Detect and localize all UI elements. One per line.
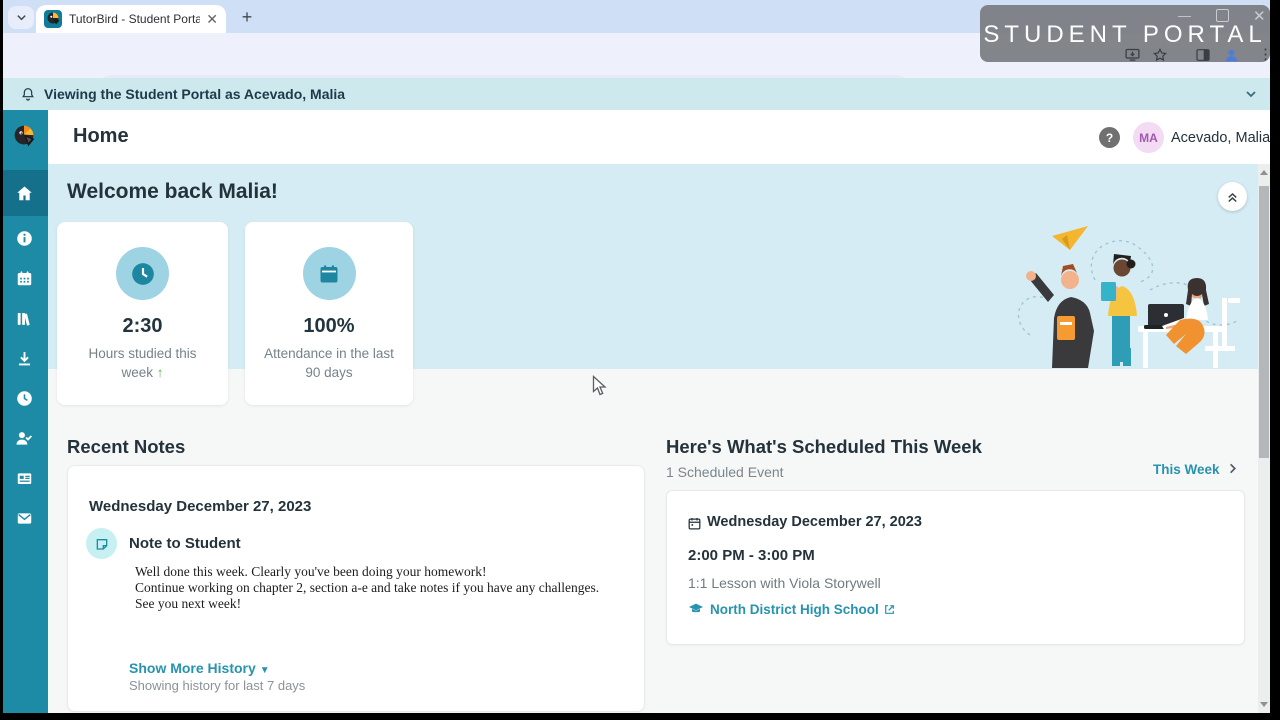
new-tab-button[interactable]: +: [234, 4, 260, 30]
scrollbar-thumb[interactable]: [1259, 186, 1269, 458]
note-line: Continue working on chapter 2, section a…: [135, 580, 615, 596]
calendar-icon: [15, 269, 34, 288]
install-app-icon[interactable]: [1124, 46, 1141, 63]
note-line: Well done this week. Clearly you've been…: [135, 564, 615, 580]
graduation-cap-icon: [688, 601, 704, 617]
stat-label: Attendance in the last 90 days: [245, 345, 413, 383]
bookmark-star-icon[interactable]: [1152, 47, 1168, 63]
show-more-history-link[interactable]: Show More History ▼: [129, 660, 270, 676]
overlay-title: STUDENT PORTAL: [980, 21, 1270, 49]
billing-icon: [15, 469, 34, 488]
mouse-cursor: [592, 375, 608, 402]
note-line: See you next week!: [135, 596, 615, 612]
user-avatar[interactable]: MA: [1133, 122, 1164, 153]
this-week-link[interactable]: This Week: [1153, 462, 1220, 477]
frame-left: [0, 0, 3, 720]
scheduled-event-card: Wednesday December 27, 2023 2:00 PM - 3:…: [666, 490, 1245, 645]
tab-title: TutorBird - Student Portal: [69, 12, 200, 26]
event-location-link[interactable]: North District High School: [688, 601, 896, 617]
bell-icon: [20, 86, 36, 102]
stat-label: Hours studied this week: [88, 346, 196, 380]
collapse-welcome-button[interactable]: [1218, 182, 1247, 211]
download-icon: [15, 349, 34, 368]
schedule-heading: Here's What's Scheduled This Week: [666, 436, 982, 458]
sidebar-item-attendance[interactable]: [0, 418, 48, 458]
tutorbird-favicon-icon: [44, 10, 62, 28]
banner-text: Viewing the Student Portal as Acevado, M…: [44, 86, 345, 102]
side-panel-icon[interactable]: [1195, 47, 1211, 63]
banner-collapse-chevron-icon[interactable]: [1244, 87, 1258, 101]
profile-avatar-icon[interactable]: [1223, 47, 1240, 64]
stat-card-attendance: 100% Attendance in the last 90 days: [245, 222, 413, 405]
scroll-down-icon[interactable]: [1260, 702, 1268, 707]
stat-value: 2:30: [57, 315, 228, 338]
sidebar-item-downloads[interactable]: [0, 338, 48, 378]
history-caption: Showing history for last 7 days: [129, 678, 305, 693]
sidebar-item-home[interactable]: [0, 170, 48, 216]
up-arrow-icon: ↑: [157, 365, 164, 380]
sidebar: [0, 110, 48, 713]
clock-icon: [116, 247, 169, 300]
welcome-heading: Welcome back Malia!: [67, 180, 278, 204]
event-date: Wednesday December 27, 2023: [707, 514, 922, 530]
event-time: 2:00 PM - 3:00 PM: [688, 547, 815, 564]
external-link-icon: [883, 603, 896, 616]
note-icon: [86, 528, 117, 559]
event-title: 1:1 Lesson with Viola Storywell: [688, 575, 881, 591]
students-illustration: [1000, 220, 1240, 375]
chevron-down-icon: ▼: [260, 665, 270, 676]
event-count: 1 Scheduled Event: [666, 464, 784, 480]
stat-value: 100%: [245, 315, 413, 338]
window-close-icon[interactable]: ✕: [1253, 7, 1266, 25]
chevron-right-icon[interactable]: [1226, 462, 1239, 475]
recent-notes-card: Wednesday December 27, 2023 Note to Stud…: [67, 465, 645, 712]
chevron-down-icon: [16, 12, 27, 23]
attendance-icon: [14, 428, 34, 448]
page-title: Home: [73, 125, 129, 148]
double-chevron-up-icon: [1225, 189, 1240, 204]
sidebar-item-messages[interactable]: [0, 498, 48, 538]
app-header: Home: [48, 110, 1270, 164]
home-icon: [15, 184, 34, 203]
note-type: Note to Student: [129, 535, 241, 552]
event-calendar-icon: [687, 516, 702, 531]
scroll-up-icon[interactable]: [1260, 170, 1268, 175]
recent-notes-heading: Recent Notes: [67, 436, 185, 458]
library-icon: [15, 309, 34, 328]
clock-icon: [15, 389, 34, 408]
help-button[interactable]: ?: [1099, 127, 1120, 148]
note-date: Wednesday December 27, 2023: [89, 498, 311, 515]
tutorbird-logo-icon: [0, 110, 48, 164]
sidebar-item-billing[interactable]: [0, 458, 48, 498]
stat-card-hours: 2:30 Hours studied this week ↑: [57, 222, 228, 405]
frame-bottom: [0, 713, 1280, 720]
sidebar-item-library[interactable]: [0, 298, 48, 338]
sidebar-item-calendar[interactable]: [0, 258, 48, 298]
sidebar-item-study-time[interactable]: [0, 378, 48, 418]
window-minimize-icon[interactable]: —: [1178, 8, 1191, 23]
browser-tab[interactable]: TutorBird - Student Portal ✕: [36, 5, 226, 33]
sidebar-item-info[interactable]: [0, 218, 48, 258]
frame-right: [1270, 0, 1280, 720]
main-content: Welcome back Malia! 2:30 Hours studied t…: [48, 164, 1258, 713]
window-maximize-icon[interactable]: [1216, 9, 1229, 22]
calendar-icon: [303, 247, 356, 300]
note-body: Well done this week. Clearly you've been…: [135, 564, 615, 612]
impersonation-banner: Viewing the Student Portal as Acevado, M…: [0, 78, 1270, 110]
user-name[interactable]: Acevado, Malia: [1171, 130, 1270, 146]
mail-icon: [15, 509, 34, 528]
tab-search-button[interactable]: [8, 6, 34, 29]
tab-close-icon[interactable]: ✕: [206, 12, 218, 26]
info-icon: [15, 229, 34, 248]
